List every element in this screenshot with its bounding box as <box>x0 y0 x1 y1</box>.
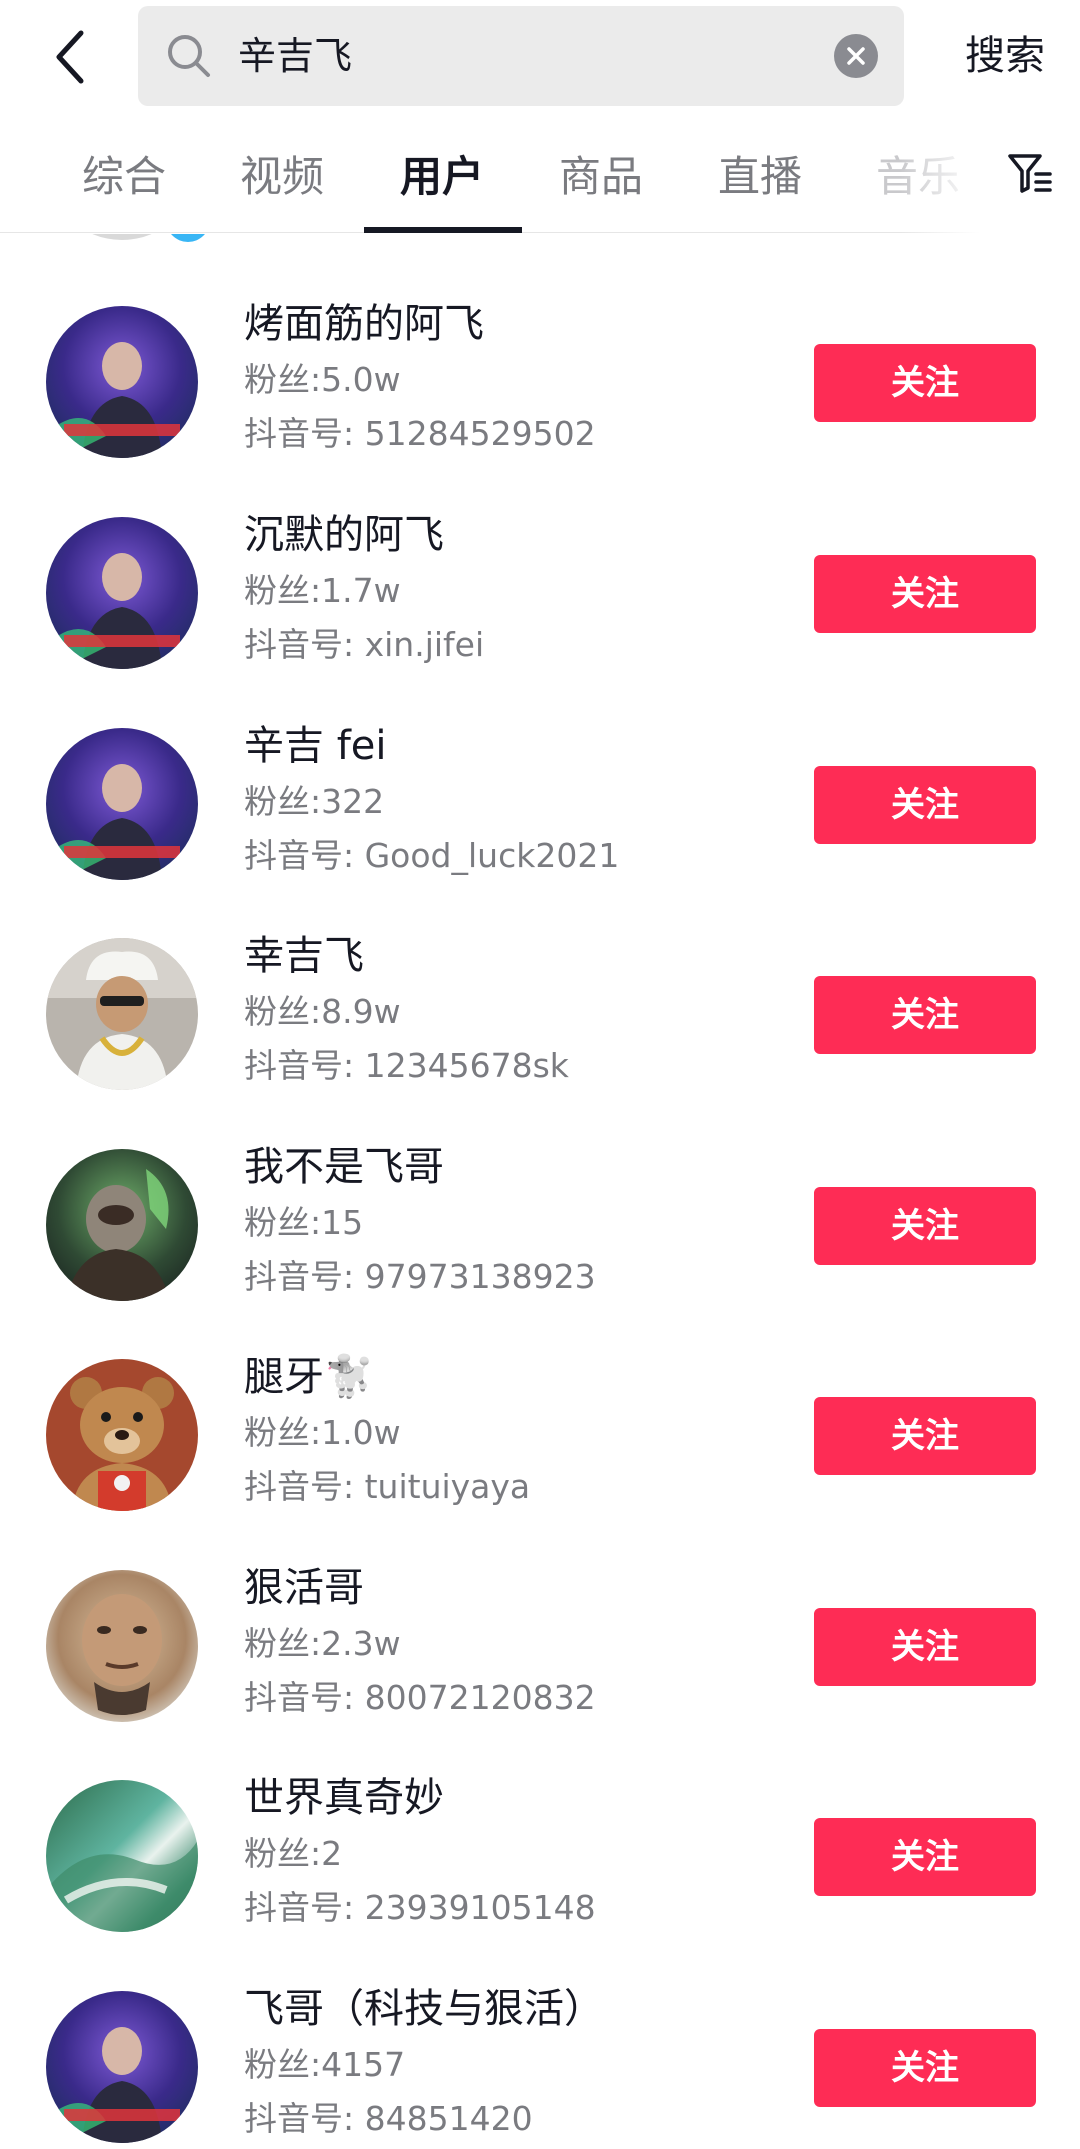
avatar[interactable] <box>46 1991 198 2143</box>
tab-general[interactable]: 综合 <box>44 112 204 233</box>
follower-count: 粉丝:4157 <box>244 2045 406 2084</box>
verified-badge-icon <box>166 234 210 242</box>
search-bar[interactable] <box>138 6 904 106</box>
avatar[interactable] <box>46 306 198 458</box>
douyin-id: 抖音号: 51284529502 <box>244 414 596 453</box>
teddy-bear-avatar-icon <box>46 1359 198 1511</box>
search-icon <box>168 35 210 77</box>
follower-count: 粉丝:1.7w <box>244 571 401 610</box>
douyin-id: 抖音号: xin.jifei <box>244 625 485 664</box>
follow-button[interactable]: 关注 <box>814 1608 1036 1686</box>
user-result-row[interactable]: 沉默的阿飞 粉丝:1.7w 抖音号: xin.jifei 关注 <box>0 489 1080 699</box>
chevron-left-icon <box>56 30 84 84</box>
user-name: 沉默的阿飞 <box>244 512 444 558</box>
avatar[interactable] <box>46 1149 198 1301</box>
douyin-id: 抖音号: 23939105148 <box>244 1888 596 1927</box>
follower-count: 粉丝:322 <box>244 782 385 821</box>
active-tab-indicator <box>364 227 522 233</box>
user-result-row[interactable]: 腿牙🐩 粉丝:1.0w 抖音号: tuituiyaya 关注 <box>0 1331 1080 1541</box>
tab-users[interactable]: 用户 <box>362 112 522 233</box>
search-header: 搜索 <box>0 0 1080 112</box>
follow-button[interactable]: 关注 <box>814 1397 1036 1475</box>
user-name: 辛吉 fei <box>244 723 387 769</box>
user-result-row[interactable]: 辛吉 fei 粉丝:322 抖音号: Good_luck2021 关注 <box>0 700 1080 910</box>
avatar[interactable] <box>46 1780 198 1932</box>
user-result-row[interactable]: 烤面筋的阿飞 粉丝:5.0w 抖音号: 51284529502 关注 <box>0 278 1080 488</box>
follower-count: 粉丝:1.0w <box>244 1413 401 1452</box>
man-face-avatar-icon <box>46 1570 198 1722</box>
follower-count: 粉丝:8.9w <box>244 992 401 1031</box>
game-hero-avatar-icon <box>46 1149 198 1301</box>
douyin-id: 抖音号: 97973138923 <box>244 1257 596 1296</box>
follow-button[interactable]: 关注 <box>814 976 1036 1054</box>
follow-button[interactable]: 关注 <box>814 344 1036 422</box>
follower-count: 粉丝:15 <box>244 1203 364 1242</box>
avatar[interactable] <box>46 938 198 1090</box>
user-name: 世界真奇妙 <box>244 1775 444 1821</box>
tab-fade-overlay <box>900 112 980 233</box>
user-result-row[interactable]: 世界真奇妙 粉丝:2 抖音号: 23939105148 关注 <box>0 1752 1080 1962</box>
follow-button[interactable]: 关注 <box>814 2029 1036 2107</box>
tab-videos[interactable]: 视频 <box>202 112 362 233</box>
search-input[interactable] <box>238 6 758 106</box>
back-button[interactable] <box>40 22 100 92</box>
user-name: 腿牙🐩 <box>244 1354 374 1400</box>
douyin-id: 抖音号: 12345678sk <box>244 1046 569 1085</box>
follower-count: 粉丝:5.0w <box>244 360 401 399</box>
user-name: 幸吉飞 <box>244 933 364 979</box>
user-result-row[interactable]: 幸吉飞 粉丝:8.9w 抖音号: 12345678sk 关注 <box>0 910 1080 1120</box>
avatar[interactable] <box>46 1359 198 1511</box>
clear-search-button[interactable] <box>834 34 878 78</box>
close-icon <box>847 47 865 65</box>
follower-count: 粉丝:2.3w <box>244 1624 401 1663</box>
follow-button[interactable]: 关注 <box>814 766 1036 844</box>
purple-mage-avatar-icon <box>46 517 198 669</box>
purple-mage-avatar-icon <box>46 1991 198 2143</box>
ocean-wave-avatar-icon <box>46 1780 198 1932</box>
user-name: 飞哥（科技与狠活） <box>244 1986 604 2032</box>
douyin-id: 抖音号: tuituiyaya <box>244 1467 531 1506</box>
douyin-id: 抖音号: 84851420 <box>244 2099 533 2138</box>
follower-count: 粉丝:2 <box>244 1834 343 1873</box>
purple-mage-avatar-icon <box>46 306 198 458</box>
tab-live[interactable]: 直播 <box>680 112 840 233</box>
chef-avatar-icon <box>46 938 198 1090</box>
douyin-id: 抖音号: 80072120832 <box>244 1678 596 1717</box>
avatar[interactable] <box>46 728 198 880</box>
avatar[interactable] <box>46 517 198 669</box>
tab-products[interactable]: 商品 <box>521 112 681 233</box>
user-result-row[interactable]: 飞哥（科技与狠活） 粉丝:4157 抖音号: 84851420 关注 <box>0 1963 1080 2149</box>
douyin-id: 抖音号: Good_luck2021 <box>244 836 620 875</box>
user-name: 狠活哥 <box>244 1565 364 1611</box>
user-result-row[interactable]: 我不是飞哥 粉丝:15 抖音号: 97973138923 关注 <box>0 1121 1080 1331</box>
filter-icon <box>1008 153 1052 193</box>
follow-button[interactable]: 关注 <box>814 555 1036 633</box>
purple-mage-avatar-icon <box>46 728 198 880</box>
filter-button[interactable] <box>980 112 1080 233</box>
user-name: 烤面筋的阿飞 <box>244 301 484 347</box>
user-name: 我不是飞哥 <box>244 1144 444 1190</box>
search-category-tabs: 综合 视频 用户 商品 直播 音乐 <box>0 112 1080 233</box>
follow-button[interactable]: 关注 <box>814 1187 1036 1265</box>
avatar[interactable] <box>46 1570 198 1722</box>
user-result-row[interactable]: 狠活哥 粉丝:2.3w 抖音号: 80072120832 关注 <box>0 1542 1080 1752</box>
follow-button[interactable]: 关注 <box>814 1818 1036 1896</box>
previous-result-peek <box>0 234 1080 244</box>
search-submit-button[interactable]: 搜索 <box>930 0 1080 112</box>
